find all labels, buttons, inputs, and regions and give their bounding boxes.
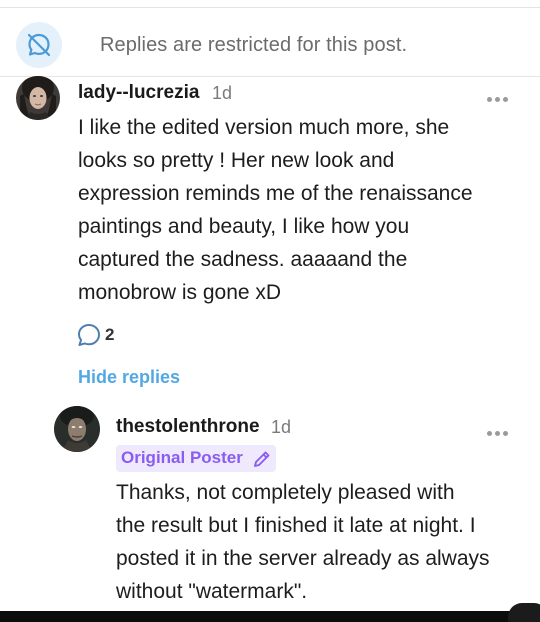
comment-line: expression reminds me of the renaissance	[78, 182, 473, 205]
comment-timestamp: 1d	[212, 83, 233, 103]
comment-username[interactable]: lady--lucrezia	[78, 82, 199, 104]
replies-restricted-text: Replies are restricted for this post.	[100, 34, 408, 56]
comment-line: captured the sadness. aaaaand the	[78, 248, 408, 271]
comment-line: paintings and beauty, I like how you	[78, 215, 410, 238]
comment-line: looks so pretty ! Her new look and	[78, 149, 395, 172]
reply-line: the result but I finished it late at nig…	[116, 514, 476, 537]
reply-line: without "watermark".	[116, 580, 308, 603]
comments-view: Replies are restricted for this post. la…	[0, 0, 540, 622]
hide-replies-link[interactable]: Hide replies	[78, 367, 180, 388]
reply-body: Thanks, not completely pleased with the …	[116, 476, 490, 608]
original-poster-badge: Original Poster	[116, 445, 276, 472]
reply-username[interactable]: thestolenthrone	[116, 416, 260, 438]
reply-timestamp: 1d	[271, 417, 292, 437]
more-options-icon[interactable]	[487, 423, 511, 441]
reply-line: posted it in the server already as alway…	[116, 547, 490, 570]
top-divider	[0, 0, 540, 8]
avatar[interactable]	[16, 76, 60, 120]
bottom-edge-bar	[0, 611, 540, 622]
pencil-icon	[254, 451, 270, 467]
replies-restricted-banner: Replies are restricted for this post.	[0, 9, 540, 77]
reply-count: 2	[105, 325, 115, 344]
bottom-corner-control	[508, 603, 540, 622]
reply-line: Thanks, not completely pleased with	[116, 481, 455, 504]
badge-label: Original Poster	[121, 448, 243, 467]
comment-line: I like the edited version much more, she	[78, 116, 450, 139]
reply-bubble-icon	[78, 324, 100, 346]
comment-body: I like the edited version much more, she…	[78, 111, 473, 309]
comment-line: monobrow is gone xD	[78, 281, 282, 304]
no-reply-icon	[16, 22, 62, 68]
more-options-icon[interactable]	[487, 89, 511, 107]
avatar[interactable]	[54, 406, 100, 452]
